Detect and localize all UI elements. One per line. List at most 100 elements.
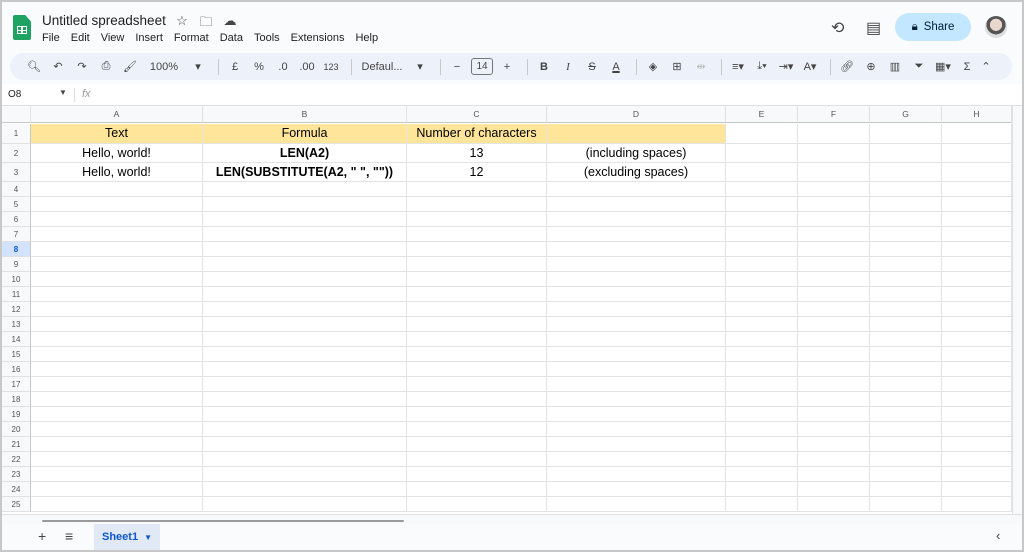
row-header-2[interactable]: 2	[2, 144, 31, 163]
cell-b21[interactable]	[203, 437, 407, 452]
chevron-down-icon[interactable]: ▼	[59, 88, 67, 97]
cell-b4[interactable]	[203, 182, 407, 197]
cell-e7[interactable]	[726, 227, 798, 242]
cell-c24[interactable]	[407, 482, 547, 497]
cell-f1[interactable]	[798, 124, 870, 144]
cell-d11[interactable]	[547, 287, 726, 302]
cell-d2[interactable]: (including spaces)	[547, 144, 726, 163]
cell-d7[interactable]	[547, 227, 726, 242]
cell-a15[interactable]	[31, 347, 203, 362]
menu-insert[interactable]: Insert	[135, 32, 163, 44]
cell-c13[interactable]	[407, 317, 547, 332]
cell-g9[interactable]	[870, 257, 942, 272]
cell-d21[interactable]	[547, 437, 726, 452]
cell-f13[interactable]	[798, 317, 870, 332]
chevron-down-icon[interactable]: ▼	[144, 533, 152, 542]
cell-e24[interactable]	[726, 482, 798, 497]
column-header-c[interactable]: C	[407, 106, 547, 123]
cell-b9[interactable]	[203, 257, 407, 272]
name-box[interactable]: O8	[8, 89, 21, 100]
row-header-14[interactable]: 14	[2, 332, 31, 347]
filter-views-icon[interactable]: ▦▾	[933, 57, 953, 77]
column-header-g[interactable]: G	[870, 106, 942, 123]
cell-a4[interactable]	[31, 182, 203, 197]
cell-g10[interactable]	[870, 272, 942, 287]
cell-f7[interactable]	[798, 227, 870, 242]
cell-e1[interactable]	[726, 124, 798, 144]
row-header-16[interactable]: 16	[2, 362, 31, 377]
cell-h18[interactable]	[942, 392, 1012, 407]
cell-a3[interactable]: Hello, world!	[31, 163, 203, 182]
cell-d17[interactable]	[547, 377, 726, 392]
cell-g17[interactable]	[870, 377, 942, 392]
cell-g5[interactable]	[870, 197, 942, 212]
cell-b17[interactable]	[203, 377, 407, 392]
avatar[interactable]	[985, 16, 1007, 38]
cell-b19[interactable]	[203, 407, 407, 422]
chevron-down-icon[interactable]: ▾	[188, 57, 208, 77]
print-icon[interactable]: ⎙	[96, 57, 116, 77]
cell-d3[interactable]: (excluding spaces)	[547, 163, 726, 182]
all-sheets-icon[interactable]: ≡	[65, 528, 73, 544]
cell-c20[interactable]	[407, 422, 547, 437]
cell-h15[interactable]	[942, 347, 1012, 362]
cell-g24[interactable]	[870, 482, 942, 497]
cell-g23[interactable]	[870, 467, 942, 482]
cell-f6[interactable]	[798, 212, 870, 227]
cell-d15[interactable]	[547, 347, 726, 362]
row-header-3[interactable]: 3	[2, 163, 31, 182]
cell-a18[interactable]	[31, 392, 203, 407]
row-header-25[interactable]: 25	[2, 497, 31, 512]
cell-a24[interactable]	[31, 482, 203, 497]
row-header-7[interactable]: 7	[2, 227, 31, 242]
menu-view[interactable]: View	[101, 32, 125, 44]
cell-h7[interactable]	[942, 227, 1012, 242]
column-header-e[interactable]: E	[726, 106, 798, 123]
cell-e5[interactable]	[726, 197, 798, 212]
zoom-select[interactable]: 100%	[144, 57, 184, 77]
menu-format[interactable]: Format	[174, 32, 209, 44]
text-rotation-icon[interactable]: A▾	[800, 57, 820, 77]
cell-g19[interactable]	[870, 407, 942, 422]
menu-tools[interactable]: Tools	[254, 32, 280, 44]
cell-h25[interactable]	[942, 497, 1012, 512]
menu-data[interactable]: Data	[220, 32, 243, 44]
scrollbar-thumb[interactable]	[42, 520, 404, 522]
cell-a20[interactable]	[31, 422, 203, 437]
cell-b20[interactable]	[203, 422, 407, 437]
cell-a12[interactable]	[31, 302, 203, 317]
cell-g11[interactable]	[870, 287, 942, 302]
row-header-22[interactable]: 22	[2, 452, 31, 467]
row-header-12[interactable]: 12	[2, 302, 31, 317]
cell-c14[interactable]	[407, 332, 547, 347]
row-header-6[interactable]: 6	[2, 212, 31, 227]
cell-f15[interactable]	[798, 347, 870, 362]
cell-b3[interactable]: LEN(SUBSTITUTE(A2, " ", ""))	[203, 163, 407, 182]
cell-f2[interactable]	[798, 144, 870, 163]
cell-e19[interactable]	[726, 407, 798, 422]
cell-e3[interactable]	[726, 163, 798, 182]
menu-help[interactable]: Help	[355, 32, 378, 44]
font-size-input[interactable]: 14	[471, 58, 493, 75]
cell-e22[interactable]	[726, 452, 798, 467]
cell-e6[interactable]	[726, 212, 798, 227]
font-size-decrease-button[interactable]: −	[447, 57, 467, 77]
insert-chart-icon[interactable]: ▥	[885, 57, 905, 77]
cell-e16[interactable]	[726, 362, 798, 377]
cell-a2[interactable]: Hello, world!	[31, 144, 203, 163]
column-header-d[interactable]: D	[547, 106, 726, 123]
percent-format-button[interactable]: %	[249, 57, 269, 77]
cell-c21[interactable]	[407, 437, 547, 452]
cell-f10[interactable]	[798, 272, 870, 287]
redo-icon[interactable]: ↷	[72, 57, 92, 77]
cell-a7[interactable]	[31, 227, 203, 242]
cell-b18[interactable]	[203, 392, 407, 407]
cell-h1[interactable]	[942, 124, 1012, 144]
bold-button[interactable]: B	[534, 57, 554, 77]
cell-e11[interactable]	[726, 287, 798, 302]
column-header-f[interactable]: F	[798, 106, 870, 123]
functions-button[interactable]: Σ	[957, 57, 977, 77]
text-wrap-icon[interactable]: ⇥▾	[776, 57, 796, 77]
currency-format-button[interactable]: £	[225, 57, 245, 77]
cell-f12[interactable]	[798, 302, 870, 317]
